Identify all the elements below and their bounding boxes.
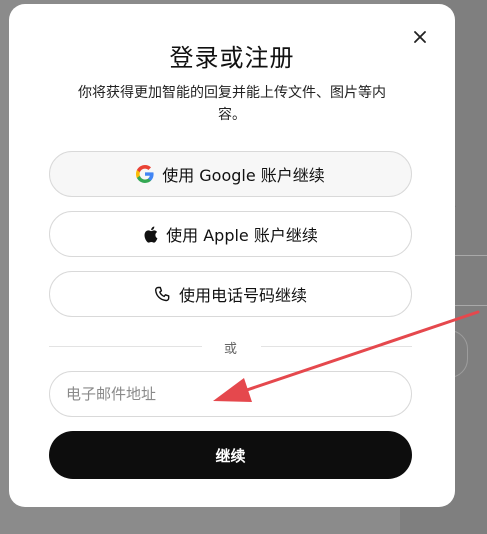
apple-icon (143, 226, 158, 243)
or-divider: 或 (49, 336, 412, 357)
google-login-label: 使用 Google 账户继续 (162, 166, 325, 185)
google-login-button[interactable]: 使用 Google 账户继续 (49, 151, 412, 197)
divider-line-right (261, 346, 412, 347)
google-g-icon (136, 165, 154, 183)
phone-login-label: 使用电话号码继续 (178, 286, 307, 305)
login-dialog: 登录或注册 你将获得更加智能的回复并能上传文件、图片等内容。 使用 Google… (9, 4, 455, 507)
or-label: 或 (223, 342, 237, 357)
phone-login-button[interactable]: 使用电话号码继续 (49, 271, 412, 317)
apple-login-label: 使用 Apple 账户继续 (166, 226, 318, 245)
dialog-title: 登录或注册 (169, 44, 295, 72)
apple-login-button[interactable]: 使用 Apple 账户继续 (49, 211, 412, 257)
background-divider (455, 305, 487, 306)
continue-button[interactable]: 继续 (49, 431, 412, 479)
background-divider (455, 255, 487, 256)
phone-icon (154, 286, 171, 303)
dialog-subtitle: 你将获得更加智能的回复并能上传文件、图片等内容。 (78, 85, 386, 123)
continue-label: 继续 (215, 446, 246, 465)
email-field[interactable] (49, 371, 412, 417)
